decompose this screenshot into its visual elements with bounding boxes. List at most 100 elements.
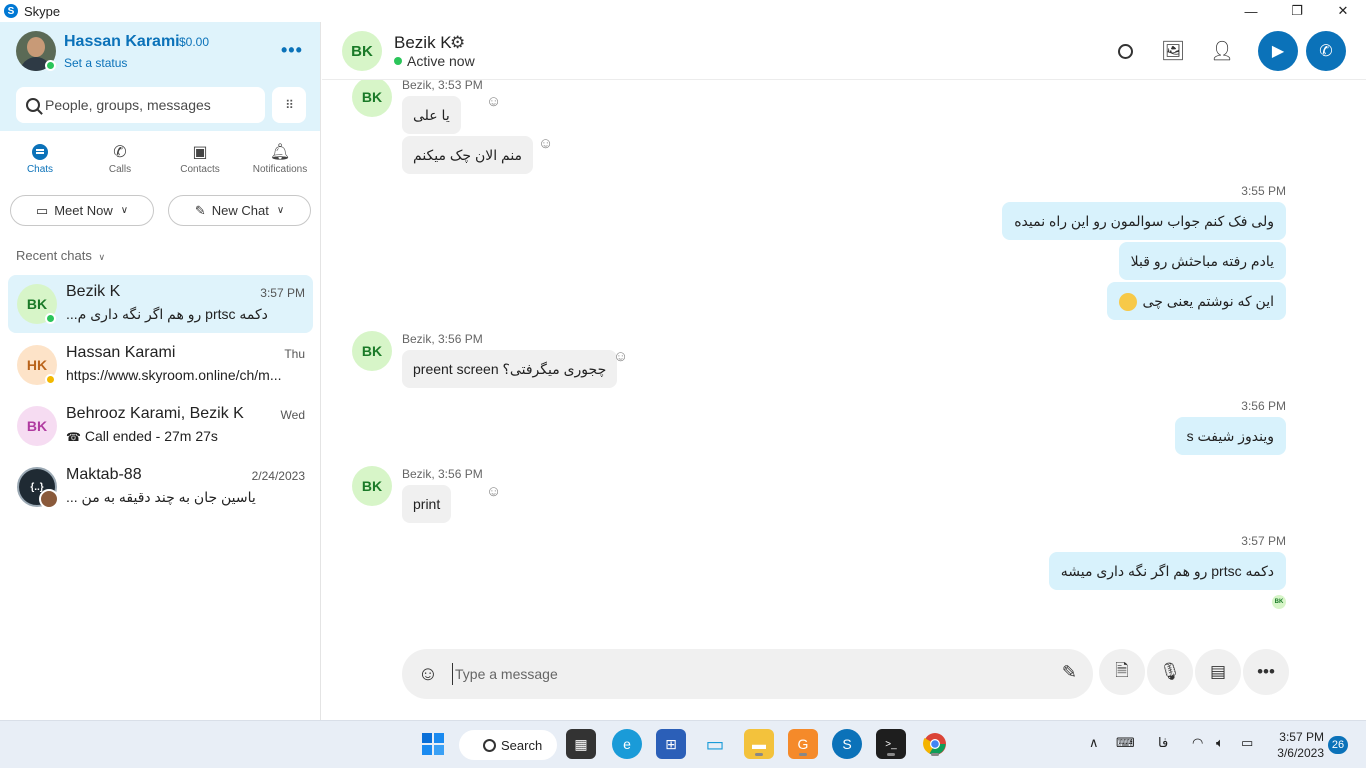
more-options-button[interactable]: •••	[281, 40, 303, 61]
system-clock[interactable]: 3:57 PM 3/6/2023	[1270, 729, 1324, 761]
message-input[interactable]	[452, 663, 1032, 685]
pdf-app-icon[interactable]: G	[788, 729, 818, 759]
more-icon: •••	[1257, 662, 1275, 681]
member-avatar	[39, 489, 59, 509]
message-bubble[interactable]: این که نوشتم یعنی چی	[1106, 282, 1286, 320]
search-icon	[1117, 43, 1133, 59]
chat-item-behrooz-karami-bezik-k[interactable]: BK Behrooz Karami, Bezik K Wed ☎︎ Call e…	[8, 397, 313, 455]
add-reaction-icon[interactable]: ☺	[538, 135, 553, 152]
dialpad-icon: ⠿	[285, 98, 294, 112]
share-file-button[interactable]: 🗎	[1099, 649, 1145, 695]
title-bar: S Skype — ❐ ✕	[0, 0, 1366, 22]
message-bubble[interactable]: یا علی	[402, 96, 461, 134]
emoji-icon[interactable]: ☺	[416, 662, 440, 686]
notification-count-badge[interactable]: 26	[1328, 736, 1348, 754]
message-bubble[interactable]: چجوری میگرفتی؟ preent screen	[402, 350, 618, 388]
message-meta: Bezik, 3:53 PM	[402, 80, 483, 92]
message-time: 3:56 PM	[1241, 399, 1286, 413]
message-bubble[interactable]: منم الان چک میکنم	[402, 136, 534, 174]
chat-name: Maktab-88	[66, 466, 142, 483]
record-audio-button[interactable]: 🎙︎	[1147, 649, 1193, 695]
minimize-button[interactable]: —	[1228, 0, 1274, 22]
store-icon[interactable]: ⊞	[656, 729, 686, 759]
message-bubble[interactable]: یادم رفته مباحثش رو قبلا	[1118, 242, 1286, 280]
search-box[interactable]	[16, 87, 265, 123]
chat-time: Wed	[280, 408, 305, 422]
close-button[interactable]: ✕	[1320, 0, 1366, 22]
contact-avatar[interactable]: BK	[342, 31, 382, 71]
video-camera-icon: ▶︎	[1271, 43, 1285, 60]
taskbar-search-label: Search	[501, 737, 543, 753]
input-language[interactable]: فا	[1158, 735, 1168, 751]
bell-icon: 🔔︎	[269, 144, 291, 161]
video-call-button[interactable]: ▶︎	[1258, 31, 1298, 71]
set-status-link[interactable]: Set a status	[64, 56, 127, 70]
new-chat-button[interactable]: ✎ New Chat ∨	[168, 195, 311, 226]
search-icon	[26, 98, 40, 112]
format-pen-icon[interactable]: ✎	[1062, 662, 1077, 683]
recent-chats-header[interactable]: Recent chats ∨	[16, 248, 105, 263]
tab-chats-label: Chats	[26, 164, 54, 175]
skype-app-icon[interactable]: S	[832, 729, 862, 759]
tab-contacts[interactable]: ▣ Contacts	[160, 140, 240, 186]
wifi-icon[interactable]: ◠	[1192, 735, 1203, 751]
conversation-header: BK Bezik K ⚙ Active now 🖼︎ 👤︎ ▶︎ ✆	[322, 22, 1366, 80]
message-meta: Bezik, 3:56 PM	[402, 467, 483, 481]
taskbar-search-button[interactable]: Search	[459, 730, 557, 760]
search-conversation-button[interactable]	[1109, 35, 1141, 67]
message-text: این که نوشتم یعنی چی	[1142, 293, 1274, 309]
file-explorer-icon[interactable]: ▬	[744, 729, 774, 759]
profile-presence-icon	[45, 60, 56, 71]
read-receipt-avatar: BK	[1272, 595, 1286, 609]
audio-call-button[interactable]: ✆	[1306, 31, 1346, 71]
taskbar: Search ▦ e ⊞ ▭ ▬ G S >_ ∧ ⌨ فا ◠ 🔈︎ ▭ 3:…	[0, 720, 1366, 768]
tab-calls[interactable]: ✆ Calls	[80, 140, 160, 186]
more-actions-button[interactable]: •••	[1243, 649, 1289, 695]
message-bubble[interactable]: ولی فک کنم جواب سوالمون رو این راه نمیده	[1002, 202, 1286, 240]
task-view-icon[interactable]: ▦	[566, 729, 596, 759]
contact-card-button[interactable]: ▤	[1195, 649, 1241, 695]
tab-notifications[interactable]: 🔔︎ Notifications	[240, 140, 320, 186]
edge-browser-icon[interactable]: e	[612, 729, 642, 759]
contact-card-icon: ▤	[1209, 662, 1227, 681]
start-button[interactable]	[418, 729, 448, 759]
nav-tabs: Chats ✆ Calls ▣ Contacts 🔔︎ Notification…	[0, 140, 320, 186]
tab-chats[interactable]: Chats	[0, 140, 80, 186]
chrome-icon[interactable]	[920, 729, 950, 759]
chat-name: Bezik K	[66, 283, 121, 300]
profile-name[interactable]: Hassan Karami	[64, 33, 180, 51]
battery-icon[interactable]: ▭	[1241, 735, 1253, 751]
recent-chats-label: Recent chats	[16, 248, 92, 263]
chevron-down-icon: ∨	[120, 205, 129, 216]
message-composer: ☺ ✎	[402, 649, 1093, 699]
restore-button[interactable]: ❐	[1274, 0, 1320, 22]
window-controls: — ❐ ✕	[1228, 0, 1366, 22]
chat-item-maktab-88[interactable]: {..} Maktab-88 2/24/2023 یاسین جان به چن…	[8, 458, 313, 516]
contacts-icon: ▣	[192, 144, 208, 161]
message-bubble[interactable]: print	[402, 485, 452, 523]
volume-icon[interactable]: 🔈︎	[1216, 735, 1224, 751]
message-time: 3:55 PM	[1241, 184, 1286, 198]
chat-item-bezik-k[interactable]: BK Bezik K 3:57 PM دکمه prtsc رو هم اگر …	[8, 275, 313, 333]
gallery-icon: 🖼︎	[1160, 41, 1186, 62]
chat-preview: دکمه prtsc رو هم اگر نگه داری م...	[66, 306, 268, 322]
keyboard-icon[interactable]: ⌨	[1116, 735, 1135, 751]
add-reaction-icon[interactable]: ☺	[486, 93, 501, 110]
skype-credit[interactable]: $0.00	[179, 35, 209, 49]
terminal-icon[interactable]: >_	[876, 729, 906, 759]
show-hidden-icons-button[interactable]: ∧	[1089, 735, 1099, 751]
message-bubble[interactable]: ویندوز شیفت s	[1174, 417, 1286, 455]
add-people-button[interactable]: 👤︎	[1206, 35, 1238, 67]
settings-gear-icon[interactable]: ⚙	[450, 33, 465, 53]
meet-now-button[interactable]: ▭ Meet Now ∨	[10, 195, 154, 226]
message-bubble[interactable]: دکمه prtsc رو هم اگر نگه داری میشه	[1048, 552, 1286, 590]
chat-item-hassan-karami[interactable]: HK Hassan Karami Thu https://www.skyroom…	[8, 336, 313, 394]
window-title: Skype	[24, 3, 61, 19]
add-reaction-icon[interactable]: ☺	[613, 348, 628, 365]
widget-icon[interactable]: ▭	[700, 729, 730, 759]
search-input[interactable]	[45, 97, 255, 113]
add-reaction-icon[interactable]: ☺	[486, 483, 501, 500]
contact-name[interactable]: Bezik K	[394, 33, 452, 53]
gallery-button[interactable]: 🖼︎	[1157, 35, 1189, 67]
dialpad-button[interactable]: ⠿	[272, 87, 306, 123]
